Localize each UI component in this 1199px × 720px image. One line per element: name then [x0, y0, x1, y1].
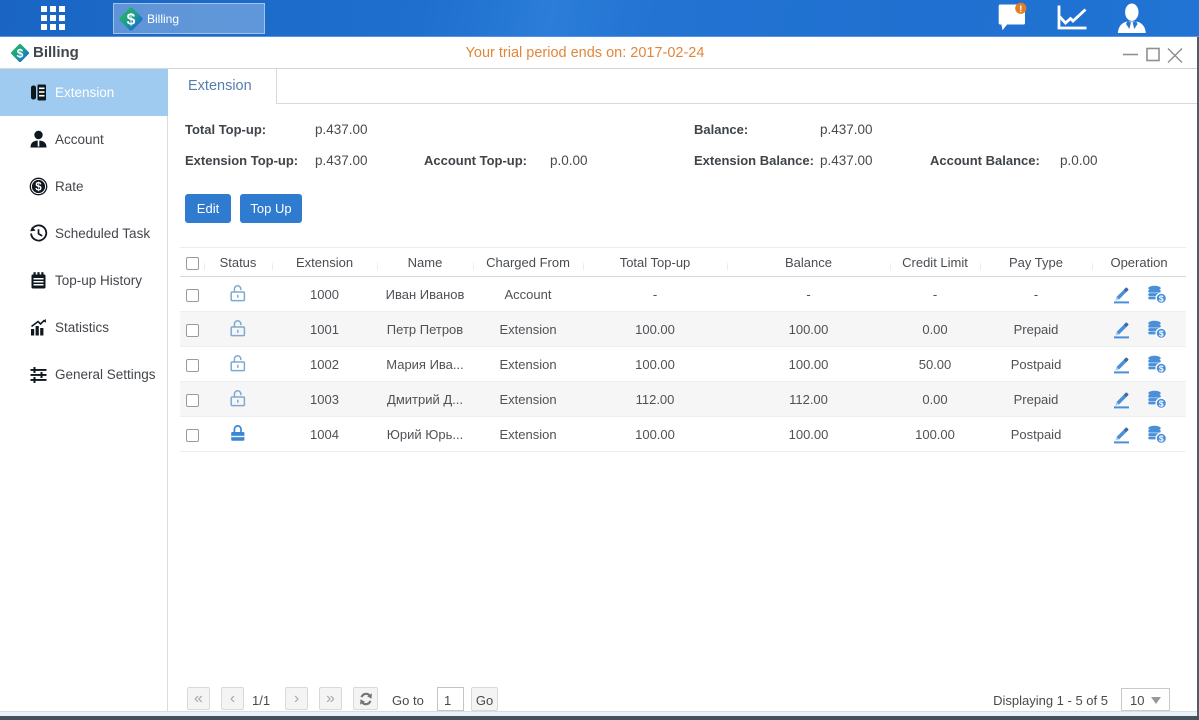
svg-text:$: $: [1158, 293, 1163, 303]
svg-text:$: $: [1158, 433, 1163, 443]
svg-text:$: $: [1158, 398, 1163, 408]
svg-text:$: $: [1158, 363, 1163, 373]
svg-text:$: $: [127, 11, 136, 28]
svg-text:!: !: [1019, 4, 1022, 15]
svg-text:$: $: [1158, 328, 1163, 338]
svg-text:$: $: [35, 182, 42, 194]
